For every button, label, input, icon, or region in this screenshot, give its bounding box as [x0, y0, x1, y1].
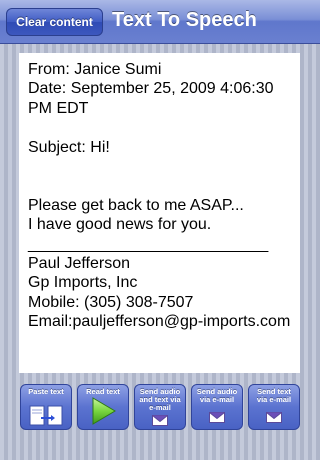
read-text-button[interactable]: Read text — [77, 384, 129, 430]
send-audio-button[interactable]: Send audio via e-mail — [191, 384, 243, 430]
play-icon — [92, 397, 116, 425]
envelope-icon — [266, 412, 282, 423]
send-text-button[interactable]: Send text via e-mail — [248, 384, 300, 430]
navigation-bar: Clear content Text To Speech — [0, 0, 320, 44]
paste-text-label: Paste text — [28, 387, 64, 396]
clipboard-icon — [29, 405, 63, 426]
paste-text-button[interactable]: Paste text — [20, 384, 72, 430]
send-audio-label: Send audio via e-mail — [196, 387, 238, 405]
message-text-area[interactable]: From: Janice Sumi Date: September 25, 20… — [19, 53, 300, 373]
clear-content-button[interactable]: Clear content — [6, 8, 103, 36]
page-title: Text To Speech — [112, 9, 257, 31]
envelope-icon — [152, 415, 168, 426]
send-audio-and-text-button[interactable]: Send audio and text via e-mail — [134, 384, 186, 430]
envelope-icon — [209, 412, 225, 423]
send-text-label: Send text via e-mail — [256, 387, 292, 405]
action-toolbar: Paste text Read text Send audio and text… — [0, 384, 320, 432]
send-audio-and-text-label: Send audio and text via e-mail — [139, 387, 181, 413]
